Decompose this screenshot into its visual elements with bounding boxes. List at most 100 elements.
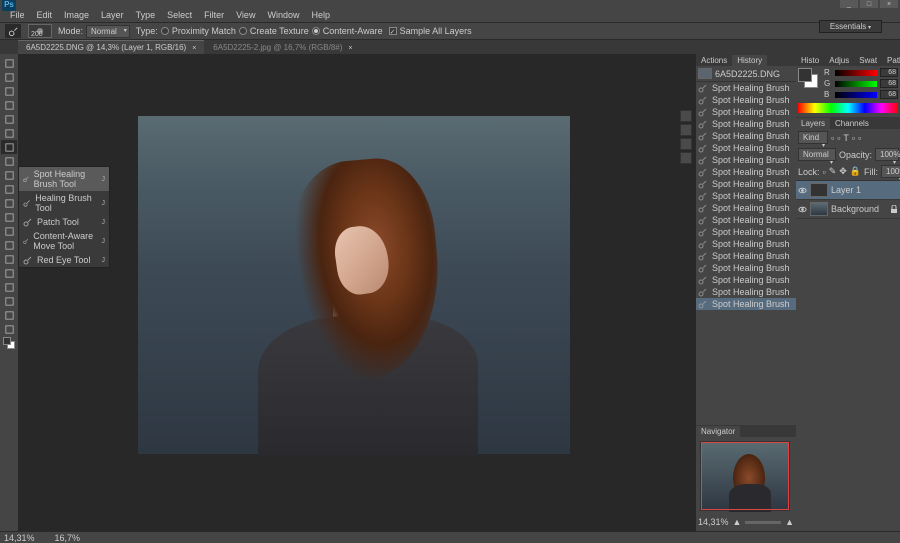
menu-image[interactable]: Image [58, 8, 95, 22]
history-state[interactable]: Spot Healing Brush [696, 262, 796, 274]
r-slider[interactable] [835, 70, 877, 76]
history-state[interactable]: Spot Healing Brush [696, 274, 796, 286]
wand-tool[interactable] [1, 98, 17, 112]
collapsed-icon-4[interactable] [680, 152, 692, 164]
history-state[interactable]: Spot Healing Brush [696, 214, 796, 226]
type-tool[interactable] [1, 266, 17, 280]
history-state[interactable]: Spot Healing Brush [696, 94, 796, 106]
menu-view[interactable]: View [230, 8, 261, 22]
collapsed-icon-2[interactable] [680, 124, 692, 136]
tab-paths[interactable]: Path [882, 55, 900, 66]
close-tab-icon[interactable]: × [192, 45, 196, 52]
crop-tool[interactable] [1, 112, 17, 126]
document-tab[interactable]: 6A5D2225-2.jpg @ 16,7% (RGB/8#)× [205, 41, 360, 54]
flyout-item[interactable]: Patch ToolJ [19, 215, 109, 229]
color-swatches[interactable] [798, 68, 818, 88]
history-state[interactable]: Spot Healing Brush [696, 226, 796, 238]
current-tool-icon[interactable] [5, 24, 21, 38]
filter-icon-1[interactable]: ▫ [831, 133, 834, 143]
flyout-item[interactable]: Healing Brush ToolJ [19, 191, 109, 215]
fill-value[interactable]: 100% [881, 165, 900, 178]
flyout-item[interactable]: Content-Aware Move ToolJ [19, 229, 109, 253]
marquee-tool[interactable] [1, 70, 17, 84]
filter-icon-5[interactable]: ▫ [858, 133, 861, 143]
radio-content-aware[interactable] [312, 27, 320, 35]
close-tab-icon[interactable]: × [348, 45, 352, 52]
menu-filter[interactable]: Filter [198, 8, 230, 22]
menu-edit[interactable]: Edit [31, 8, 59, 22]
brush-preview[interactable]: 200 [28, 24, 52, 38]
filter-icon-3[interactable]: T [843, 133, 849, 143]
heal-tool[interactable] [1, 140, 17, 154]
pen-tool[interactable] [1, 252, 17, 266]
zoom-tool[interactable] [1, 322, 17, 336]
history-state[interactable]: Spot Healing Brush [696, 82, 796, 94]
lock-trans-icon[interactable]: ▫ [823, 167, 826, 177]
history-state[interactable]: Spot Healing Brush [696, 106, 796, 118]
blur-tool[interactable] [1, 224, 17, 238]
tab-channels[interactable]: Channels [830, 118, 874, 129]
filter-icon-2[interactable]: ▫ [837, 133, 840, 143]
minimize-button[interactable]: _ [840, 0, 858, 8]
tab-actions[interactable]: Actions [696, 55, 732, 66]
lasso-tool[interactable] [1, 84, 17, 98]
visibility-icon[interactable] [798, 186, 807, 195]
tab-layers[interactable]: Layers [796, 118, 830, 129]
history-state[interactable]: Spot Healing Brush [696, 142, 796, 154]
menu-window[interactable]: Window [261, 8, 305, 22]
menu-file[interactable]: File [4, 8, 31, 22]
tab-adjust[interactable]: Adjus [824, 55, 854, 66]
history-state[interactable]: Spot Healing Brush [696, 166, 796, 178]
eyedrop-tool[interactable] [1, 126, 17, 140]
color-spectrum[interactable] [798, 103, 898, 113]
navigator-zoom-slider[interactable] [745, 521, 781, 524]
foreground-color[interactable] [798, 68, 812, 82]
history-state[interactable]: Spot Healing Brush [696, 298, 796, 310]
menu-type[interactable]: Type [130, 8, 162, 22]
flyout-item[interactable]: Spot Healing Brush ToolJ [19, 167, 109, 191]
tab-history[interactable]: History [732, 55, 767, 66]
menu-layer[interactable]: Layer [95, 8, 130, 22]
lock-pos-icon[interactable]: ✥ [839, 166, 847, 177]
eraser-tool[interactable] [1, 196, 17, 210]
history-snapshot-thumb[interactable] [698, 68, 712, 79]
radio-create-texture[interactable] [239, 27, 247, 35]
b-value[interactable]: 68 [880, 90, 898, 99]
history-state[interactable]: Spot Healing Brush [696, 178, 796, 190]
gradient-tool[interactable] [1, 210, 17, 224]
workspace-switcher[interactable]: Essentials [819, 20, 882, 33]
navigator-proxy[interactable] [700, 441, 790, 511]
layer-filter-kind[interactable]: Kind [798, 131, 828, 144]
maximize-button[interactable]: □ [860, 0, 878, 8]
history-state[interactable]: Spot Healing Brush [696, 250, 796, 262]
path-tool[interactable] [1, 280, 17, 294]
menu-help[interactable]: Help [305, 8, 336, 22]
shape-tool[interactable] [1, 294, 17, 308]
zoom-in-icon[interactable]: ▲ [785, 517, 794, 527]
status-zoom-1[interactable]: 14,31% [4, 533, 35, 543]
filter-icon-4[interactable]: ▫ [852, 133, 855, 143]
g-value[interactable]: 68 [880, 79, 898, 88]
lock-image-icon[interactable]: ✎ [829, 166, 837, 177]
r-value[interactable]: 68 [880, 68, 898, 77]
collapsed-icon-1[interactable] [680, 110, 692, 122]
tab-histo[interactable]: Histo [796, 55, 824, 66]
history-state[interactable]: Spot Healing Brush [696, 202, 796, 214]
b-slider[interactable] [835, 92, 877, 98]
history-state[interactable]: Spot Healing Brush [696, 190, 796, 202]
tab-swatches[interactable]: Swat [854, 55, 882, 66]
hand-tool[interactable] [1, 308, 17, 322]
history-state[interactable]: Spot Healing Brush [696, 130, 796, 142]
move-tool[interactable] [1, 56, 17, 70]
history-state[interactable]: Spot Healing Brush [696, 118, 796, 130]
radio-proximity[interactable] [161, 27, 169, 35]
history-state[interactable]: Spot Healing Brush [696, 154, 796, 166]
close-button[interactable]: × [880, 0, 898, 8]
document-tab[interactable]: 6A5D2225.DNG @ 14,3% (Layer 1, RGB/16)× [18, 40, 204, 54]
menu-select[interactable]: Select [161, 8, 198, 22]
dodge-tool[interactable] [1, 238, 17, 252]
zoom-out-icon[interactable]: ▲ [733, 517, 742, 527]
g-slider[interactable] [835, 81, 877, 87]
checkbox-sample-all[interactable] [389, 27, 397, 35]
color-swap[interactable] [1, 336, 17, 350]
